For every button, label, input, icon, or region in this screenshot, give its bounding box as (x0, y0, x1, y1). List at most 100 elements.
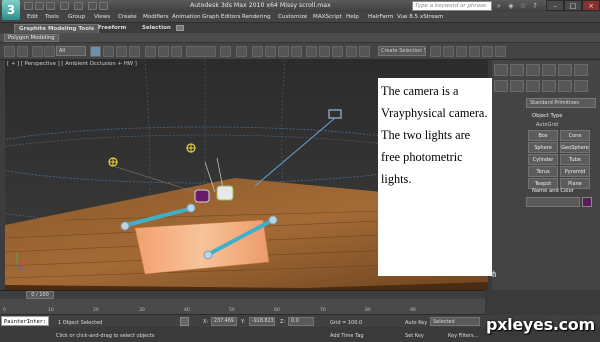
motion-tab-icon[interactable] (542, 64, 556, 76)
reference-coord-dropdown[interactable] (186, 46, 216, 57)
window-crossing-icon[interactable] (129, 46, 140, 57)
maxscript-listener[interactable]: PainterInter: (1, 316, 49, 326)
lights-icon[interactable] (526, 80, 540, 92)
search-input[interactable]: Type a keyword or phrase (412, 1, 492, 11)
curve-editor-icon[interactable] (430, 46, 441, 57)
schematic-view-icon[interactable] (443, 46, 454, 57)
select-object-icon[interactable] (90, 46, 101, 57)
time-slider[interactable]: 0 / 100 (0, 290, 485, 299)
new-file-icon[interactable] (24, 2, 33, 10)
z-coordinate[interactable]: 0.0 (288, 317, 314, 326)
help-icon[interactable]: ? (530, 1, 540, 11)
key-mode-dropdown[interactable]: Selected (430, 317, 480, 326)
menu-animation[interactable]: Animation (172, 14, 201, 20)
key-filters-button[interactable]: Key Filters... (448, 333, 478, 339)
tab-selection[interactable]: Selection (138, 24, 175, 33)
menu-graph-editors[interactable]: Graph Editors (202, 14, 240, 20)
favorites-icon[interactable]: ☆ (518, 1, 528, 11)
select-manipulate-icon[interactable] (236, 46, 247, 57)
menu-hairfarm[interactable]: HairFarm (368, 14, 393, 20)
autogrid-checkbox[interactable]: AutoGrid (536, 122, 558, 128)
hierarchy-tab-icon[interactable] (526, 64, 540, 76)
maximize-button[interactable]: □ (564, 0, 582, 11)
modify-tab-icon[interactable] (510, 64, 524, 76)
y-coordinate[interactable]: -918.823 (249, 317, 275, 326)
menu-views[interactable]: Views (94, 14, 110, 20)
menu-help[interactable]: Help (346, 14, 359, 20)
menu-modifiers[interactable]: Modifiers (143, 14, 169, 20)
name-color-rollout[interactable]: Name and Color (532, 187, 594, 196)
tab-graphite-modeling-tools[interactable]: Graphite Modeling Tools (14, 24, 100, 33)
cameras-icon[interactable] (542, 80, 556, 92)
spacewarps-icon[interactable] (574, 80, 588, 92)
menu-maxscript[interactable]: MAXScript (313, 14, 342, 20)
menu-tools[interactable]: Tools (45, 14, 59, 20)
rect-selection-icon[interactable] (116, 46, 127, 57)
redo-tool-icon[interactable] (17, 46, 28, 57)
menu-group[interactable]: Group (68, 14, 85, 20)
layer-manager-icon[interactable] (346, 46, 357, 57)
menu-vue-xstream[interactable]: Vue 8.5 xStream (397, 14, 443, 20)
menu-create[interactable]: Create (118, 14, 137, 20)
select-by-name-icon[interactable] (103, 46, 114, 57)
shapes-icon[interactable] (510, 80, 524, 92)
redo-icon[interactable] (74, 2, 83, 10)
unlink-icon[interactable] (44, 46, 55, 57)
rotate-icon[interactable] (158, 46, 169, 57)
mirror-icon[interactable] (319, 46, 330, 57)
move-icon[interactable] (145, 46, 156, 57)
render-production-icon[interactable] (495, 46, 506, 57)
torus-button[interactable]: Torus (528, 166, 558, 177)
edit-named-sets-icon[interactable] (306, 46, 317, 57)
close-button[interactable]: × (582, 0, 600, 11)
pyramid-button[interactable]: Pyramid (560, 166, 590, 177)
menu-customize[interactable]: Customize (278, 14, 307, 20)
object-color-swatch[interactable] (582, 197, 592, 207)
box-button[interactable]: Box (528, 130, 558, 141)
save-file-icon[interactable] (46, 2, 55, 10)
menu-rendering[interactable]: Rendering (242, 14, 271, 20)
open-file-icon[interactable] (35, 2, 44, 10)
render-setup-icon[interactable] (469, 46, 480, 57)
geosphere-button[interactable]: GeoSphere (560, 142, 590, 153)
link-icon[interactable] (32, 46, 43, 57)
hold-icon[interactable] (88, 2, 97, 10)
object-name-field[interactable] (526, 197, 580, 207)
fetch-icon[interactable] (99, 2, 108, 10)
add-time-tag[interactable]: Add Time Tag (330, 333, 364, 339)
primitive-type-dropdown[interactable]: Standard Primitives (526, 98, 596, 108)
sphere-button[interactable]: Sphere (528, 142, 558, 153)
tube-button[interactable]: Tube (560, 154, 590, 165)
undo-icon[interactable] (60, 2, 69, 10)
spinner-snap-icon[interactable] (291, 46, 302, 57)
menu-edit[interactable]: Edit (27, 14, 38, 20)
geometry-icon[interactable] (494, 80, 508, 92)
subscription-icon[interactable]: ◈ (506, 1, 516, 11)
ribbon-toggle-icon[interactable] (176, 25, 184, 31)
search-icon[interactable]: ⌕ (494, 1, 504, 11)
selection-filter-dropdown[interactable]: All (56, 46, 86, 56)
set-key-button[interactable]: Set Key (405, 333, 424, 339)
frame-counter[interactable]: 0 / 100 (26, 291, 54, 299)
walkthrough-icon[interactable]: ⋔ (490, 270, 500, 280)
create-tab-icon[interactable] (494, 64, 508, 76)
scale-icon[interactable] (171, 46, 182, 57)
minimize-button[interactable]: – (546, 0, 564, 11)
rendered-frame-icon[interactable] (482, 46, 493, 57)
auto-key-button[interactable]: Auto Key (405, 320, 427, 326)
pivot-icon[interactable] (220, 46, 231, 57)
object-type-rollout[interactable]: Object Type (532, 112, 594, 121)
utilities-tab-icon[interactable] (574, 64, 588, 76)
undo-tool-icon[interactable] (4, 46, 15, 57)
helpers-icon[interactable] (558, 80, 572, 92)
track-bar[interactable]: 0 10 20 30 40 50 60 70 80 90 (0, 299, 485, 315)
percent-snap-icon[interactable] (278, 46, 289, 57)
x-coordinate[interactable]: 237.469 (211, 317, 237, 326)
named-selection-set-dropdown[interactable]: Create Selection Se (378, 46, 426, 56)
tab-freeform[interactable]: Freeform (94, 24, 130, 33)
cylinder-button[interactable]: Cylinder (528, 154, 558, 165)
app-logo-icon[interactable]: 3 (2, 0, 20, 20)
polygon-modeling-panel[interactable]: Polygon Modeling (4, 34, 59, 42)
cone-button[interactable]: Cone (560, 130, 590, 141)
graphite-toggle-icon[interactable] (359, 46, 370, 57)
